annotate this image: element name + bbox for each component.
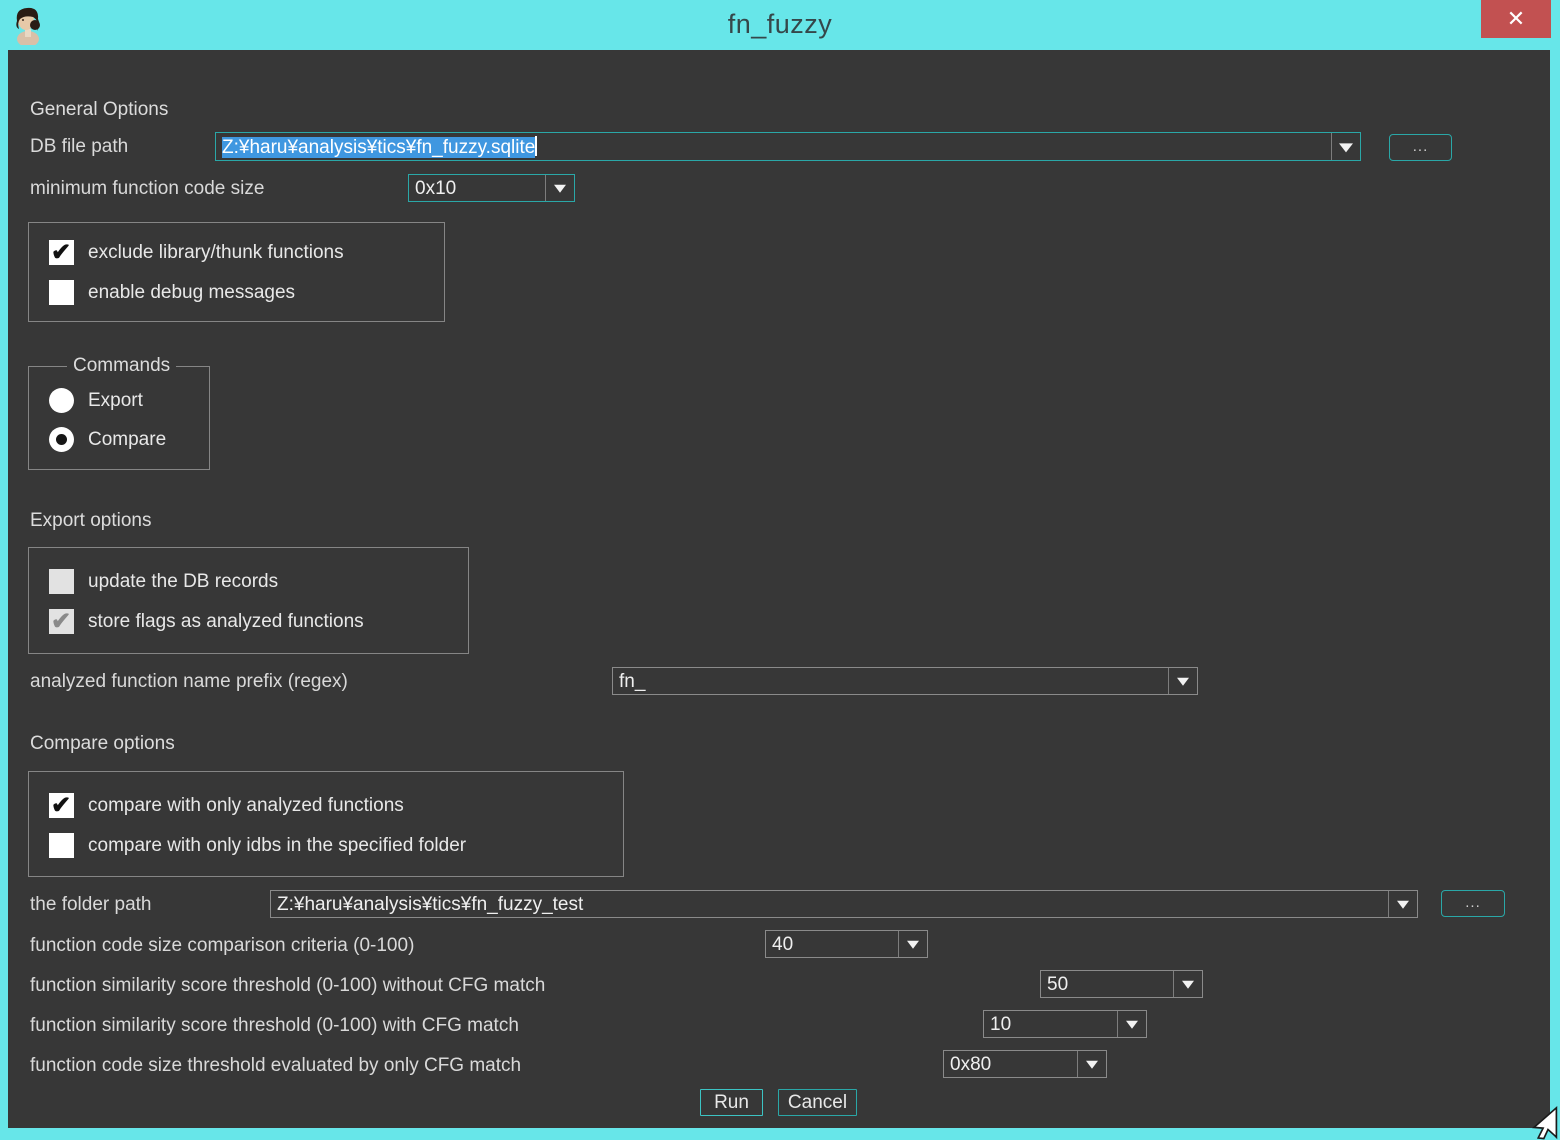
chevron-down-icon — [1339, 143, 1353, 152]
chevron-down-icon — [1086, 1061, 1098, 1069]
db-file-path-label: DB file path — [30, 136, 128, 158]
size-threshold-cfg-value: 0x80 — [950, 1054, 991, 1076]
prefix-dropdown-button[interactable] — [1168, 668, 1197, 694]
chevron-down-icon — [1177, 678, 1189, 686]
similarity-without-cfg-value: 50 — [1047, 974, 1068, 996]
export-radio[interactable] — [49, 388, 74, 413]
db-file-path-value: Z:¥haru¥analysis¥tics¥fn_fuzzy.sqlite — [222, 137, 535, 158]
folder-path-dropdown-button[interactable] — [1388, 891, 1417, 917]
general-options-title: General Options — [30, 99, 168, 121]
cursor-icon — [1524, 1098, 1558, 1140]
commands-legend: Commands — [67, 355, 176, 377]
prefix-label: analyzed function name prefix (regex) — [30, 671, 348, 693]
export-options-group: update the DB records store flags as ana… — [28, 547, 469, 654]
min-function-size-dropdown-button[interactable] — [545, 175, 574, 201]
min-function-size-label: minimum function code size — [30, 178, 264, 200]
compare-analyzed-checkbox[interactable] — [49, 793, 74, 818]
titlebar[interactable]: fn_fuzzy ✕ — [0, 0, 1560, 50]
db-file-path-combobox[interactable]: Z:¥haru¥analysis¥tics¥fn_fuzzy.sqlite — [215, 132, 1361, 161]
general-checkbox-group: exclude library/thunk functions enable d… — [28, 222, 445, 322]
dialog-window: fn_fuzzy ✕ General Options DB file path … — [0, 0, 1560, 1140]
compare-idbs-checkbox[interactable] — [49, 833, 74, 858]
update-db-label: update the DB records — [88, 571, 278, 593]
compare-idbs-label: compare with only idbs in the specified … — [88, 835, 466, 857]
cancel-button[interactable]: Cancel — [778, 1089, 857, 1116]
code-size-criteria-dropdown-button[interactable] — [898, 931, 927, 957]
enable-debug-checkbox[interactable] — [49, 280, 74, 305]
similarity-without-cfg-combobox[interactable]: 50 — [1040, 970, 1203, 998]
min-function-size-value: 0x10 — [415, 178, 456, 200]
exclude-library-checkbox[interactable] — [49, 240, 74, 265]
similarity-with-cfg-value: 10 — [990, 1014, 1011, 1036]
folder-path-browse-button[interactable]: ... — [1441, 890, 1505, 917]
chevron-down-icon — [1126, 1021, 1138, 1029]
compare-options-title: Compare options — [30, 733, 175, 755]
chevron-down-icon — [907, 941, 919, 949]
code-size-criteria-value: 40 — [772, 934, 793, 956]
chevron-down-icon — [1182, 981, 1194, 989]
similarity-with-cfg-dropdown-button[interactable] — [1117, 1011, 1146, 1037]
commands-group: Commands Export Compare — [28, 366, 210, 470]
compare-radio-label: Compare — [88, 429, 166, 451]
similarity-without-cfg-label: function similarity score threshold (0-1… — [30, 975, 545, 997]
compare-analyzed-label: compare with only analyzed functions — [88, 795, 404, 817]
text-caret — [535, 136, 537, 156]
code-size-criteria-label: function code size comparison criteria (… — [30, 935, 414, 957]
update-db-checkbox — [49, 569, 74, 594]
similarity-without-cfg-dropdown-button[interactable] — [1173, 971, 1202, 997]
compare-options-group: compare with only analyzed functions com… — [28, 771, 624, 877]
enable-debug-label: enable debug messages — [88, 282, 295, 304]
prefix-value: fn_ — [619, 671, 645, 693]
similarity-with-cfg-label: function similarity score threshold (0-1… — [30, 1015, 519, 1037]
chevron-down-icon — [1397, 901, 1409, 909]
folder-path-combobox[interactable]: Z:¥haru¥analysis¥tics¥fn_fuzzy_test — [270, 890, 1418, 918]
exclude-library-label: exclude library/thunk functions — [88, 242, 344, 264]
db-file-path-dropdown-button[interactable] — [1331, 133, 1360, 160]
run-button[interactable]: Run — [700, 1089, 763, 1116]
code-size-criteria-combobox[interactable]: 40 — [765, 930, 928, 958]
folder-path-label: the folder path — [30, 894, 151, 916]
db-file-path-browse-button[interactable]: ... — [1389, 134, 1452, 161]
store-flags-checkbox — [49, 609, 74, 634]
prefix-combobox[interactable]: fn_ — [612, 667, 1198, 695]
export-radio-label: Export — [88, 390, 143, 412]
window-title: fn_fuzzy — [0, 9, 1560, 40]
similarity-with-cfg-combobox[interactable]: 10 — [983, 1010, 1147, 1038]
min-function-size-combobox[interactable]: 0x10 — [408, 174, 575, 202]
folder-path-value: Z:¥haru¥analysis¥tics¥fn_fuzzy_test — [277, 894, 583, 916]
size-threshold-cfg-combobox[interactable]: 0x80 — [943, 1050, 1107, 1078]
size-threshold-cfg-label: function code size threshold evaluated b… — [30, 1055, 521, 1077]
compare-radio[interactable] — [49, 427, 74, 452]
export-options-title: Export options — [30, 510, 151, 532]
store-flags-label: store flags as analyzed functions — [88, 611, 364, 633]
close-button[interactable]: ✕ — [1481, 0, 1551, 38]
size-threshold-cfg-dropdown-button[interactable] — [1077, 1051, 1106, 1077]
chevron-down-icon — [554, 185, 566, 193]
